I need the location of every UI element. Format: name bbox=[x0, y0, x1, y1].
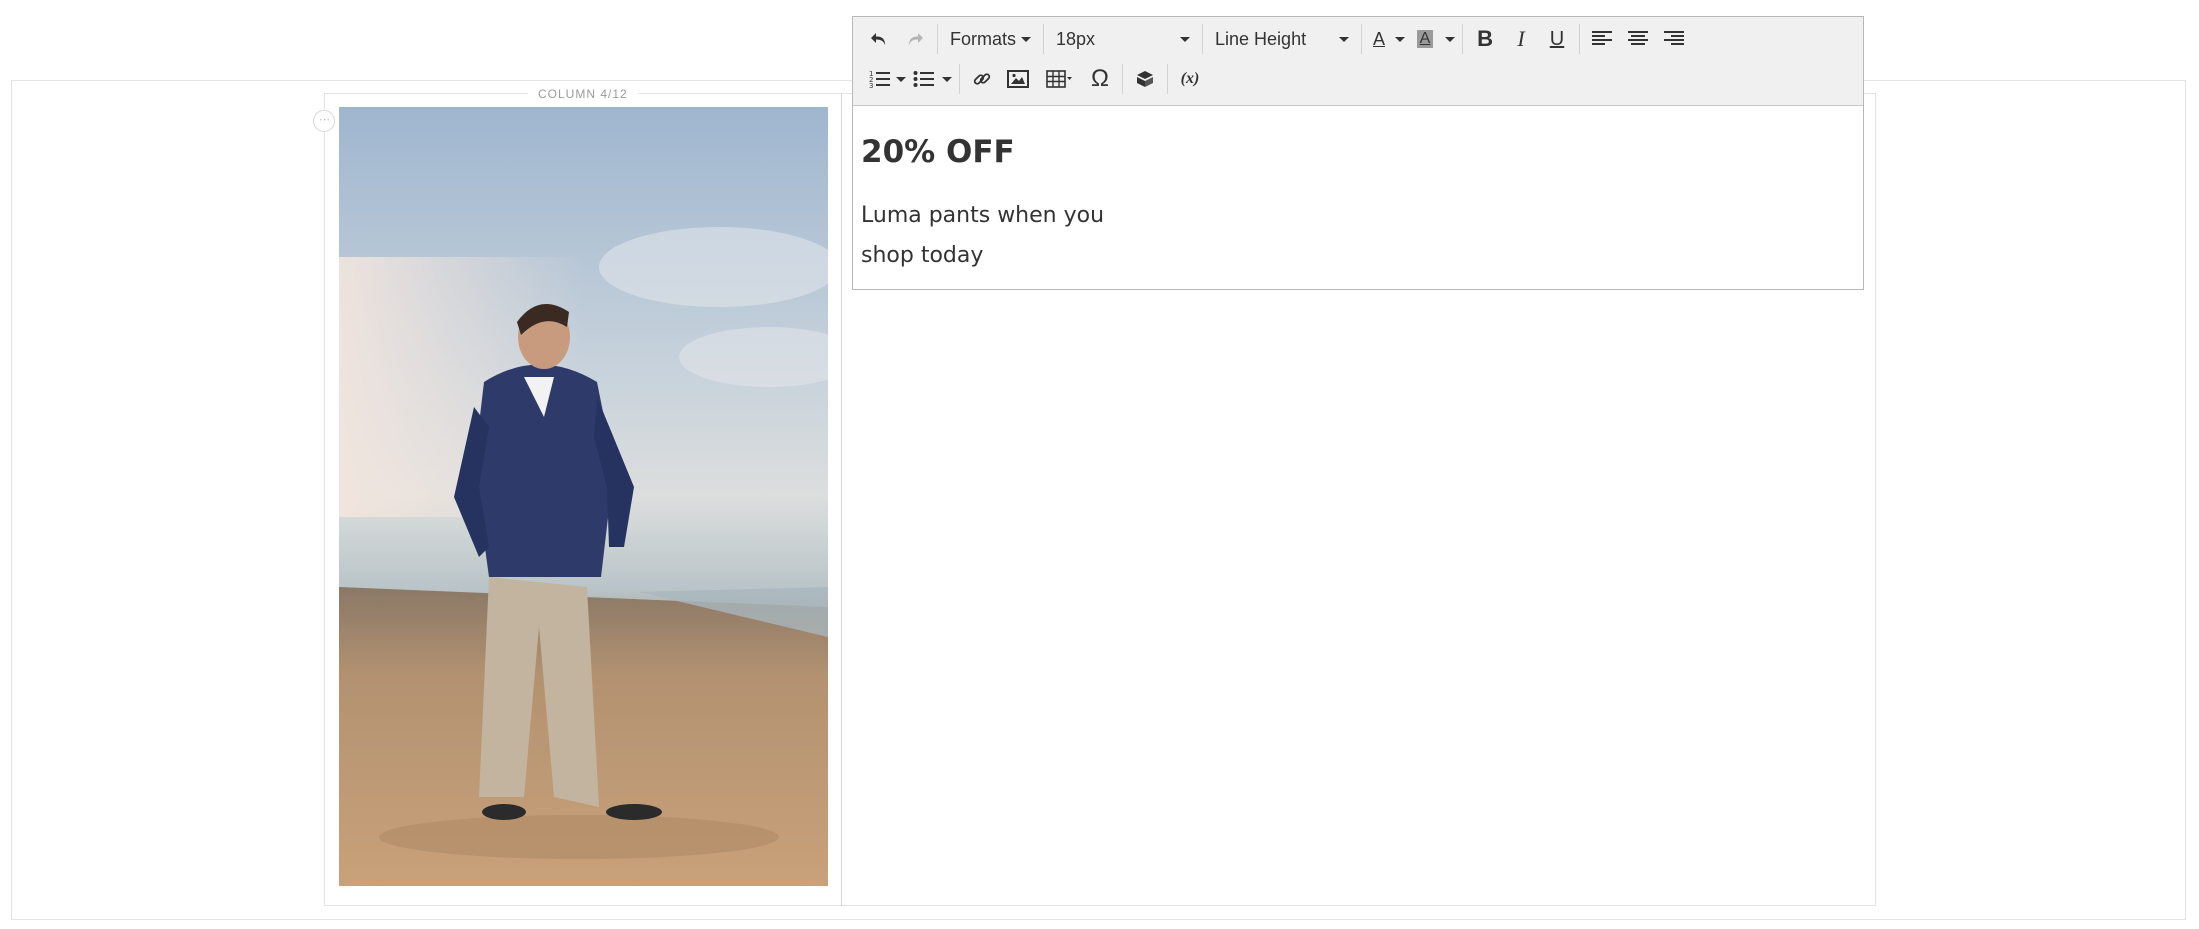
bullet-list-dropdown[interactable] bbox=[939, 62, 955, 96]
hero-image-art bbox=[339, 107, 828, 886]
align-center-icon bbox=[1628, 31, 1649, 45]
background-color-dropdown[interactable] bbox=[1442, 22, 1458, 56]
toolbar-separator bbox=[1462, 24, 1464, 54]
insert-image-button[interactable] bbox=[1000, 62, 1036, 96]
table-icon bbox=[1046, 70, 1072, 88]
toolbar-separator bbox=[959, 64, 960, 94]
toolbar-row-2: 123 Ω (x) bbox=[853, 59, 1208, 99]
toolbar-separator bbox=[1579, 24, 1581, 54]
widget-cube-icon bbox=[1137, 71, 1153, 87]
image-icon bbox=[1007, 70, 1029, 88]
font-size-label: 18px bbox=[1056, 28, 1096, 49]
chevron-down-icon bbox=[1339, 36, 1350, 42]
special-character-button[interactable]: Ω bbox=[1082, 62, 1118, 96]
editor-toolbar: Formats 18px Line Height A A B I U 1 2 3… bbox=[853, 17, 1863, 106]
toolbar-separator bbox=[1202, 24, 1204, 54]
align-left-icon bbox=[1592, 31, 1613, 45]
numbered-list-dropdown[interactable] bbox=[893, 62, 909, 96]
content-heading[interactable]: 20% OFF bbox=[861, 134, 1015, 170]
redo-button[interactable] bbox=[897, 22, 933, 56]
text-color-dropdown[interactable] bbox=[1392, 22, 1408, 56]
insert-table-button[interactable] bbox=[1036, 62, 1082, 96]
toolbar-separator bbox=[937, 24, 938, 54]
svg-text:3: 3 bbox=[869, 82, 873, 89]
bullet-list-icon bbox=[913, 71, 934, 87]
undo-icon bbox=[871, 33, 885, 45]
chevron-down-icon bbox=[1445, 36, 1456, 42]
background-color-icon: A bbox=[1416, 30, 1434, 48]
chevron-down-icon bbox=[1021, 36, 1032, 42]
omega-icon: Ω bbox=[1091, 65, 1109, 92]
wysiwyg-editor[interactable]: Formats 18px Line Height A A B I U 1 2 3… bbox=[852, 16, 1864, 290]
italic-button[interactable]: I bbox=[1503, 22, 1539, 56]
text-color-icon: A bbox=[1373, 28, 1386, 49]
bullet-list-button[interactable] bbox=[909, 62, 939, 96]
toolbar-separator bbox=[1043, 24, 1045, 54]
insert-variable-button[interactable]: (x) bbox=[1172, 62, 1208, 96]
numbered-list-icon: 123 bbox=[869, 70, 890, 89]
hero-image[interactable] bbox=[339, 107, 828, 886]
link-icon bbox=[973, 73, 991, 85]
toolbar-row-1: Formats 18px Line Height A A B I U bbox=[853, 19, 1692, 59]
align-right-button[interactable] bbox=[1656, 22, 1692, 56]
underline-button[interactable]: U bbox=[1539, 22, 1575, 56]
align-right-icon bbox=[1664, 31, 1685, 45]
redo-icon bbox=[909, 33, 923, 45]
content-paragraph[interactable]: Luma pants when you shop today bbox=[861, 196, 1104, 276]
align-center-button[interactable] bbox=[1620, 22, 1656, 56]
content-line: shop today bbox=[861, 243, 984, 268]
toolbar-separator bbox=[1167, 64, 1168, 94]
insert-widget-button[interactable] bbox=[1127, 62, 1163, 96]
toolbar-separator bbox=[1122, 64, 1123, 94]
formats-label: Formats bbox=[950, 28, 1017, 49]
bold-button[interactable]: B bbox=[1467, 22, 1503, 56]
toolbar-separator bbox=[1361, 24, 1363, 54]
chevron-down-icon bbox=[896, 76, 906, 82]
font-size-dropdown[interactable]: 18px bbox=[1048, 22, 1198, 56]
align-left-button[interactable] bbox=[1584, 22, 1620, 56]
editor-content-area[interactable]: 20% OFF Luma pants when you shop today bbox=[853, 106, 1863, 289]
chevron-down-icon bbox=[942, 76, 952, 82]
undo-button[interactable] bbox=[861, 22, 897, 56]
variable-icon: (x) bbox=[1180, 70, 1200, 87]
background-color-button[interactable]: A bbox=[1408, 22, 1442, 56]
column-size-label: COLUMN 4/12 bbox=[528, 87, 638, 101]
line-height-label: Line Height bbox=[1215, 28, 1307, 49]
text-color-button[interactable]: A bbox=[1366, 22, 1392, 56]
numbered-list-button[interactable]: 123 bbox=[867, 62, 893, 96]
column-drag-handle[interactable]: ⋯ bbox=[313, 110, 335, 132]
bold-icon: B bbox=[1477, 26, 1493, 51]
line-height-dropdown[interactable]: Line Height bbox=[1207, 22, 1357, 56]
underline-icon: U bbox=[1549, 27, 1565, 50]
italic-icon: I bbox=[1517, 26, 1525, 51]
content-line: Luma pants when you bbox=[861, 203, 1105, 228]
insert-link-button[interactable] bbox=[964, 62, 1000, 96]
formats-dropdown[interactable]: Formats bbox=[942, 22, 1039, 56]
chevron-down-icon bbox=[1395, 36, 1406, 42]
chevron-down-icon bbox=[1180, 36, 1191, 42]
